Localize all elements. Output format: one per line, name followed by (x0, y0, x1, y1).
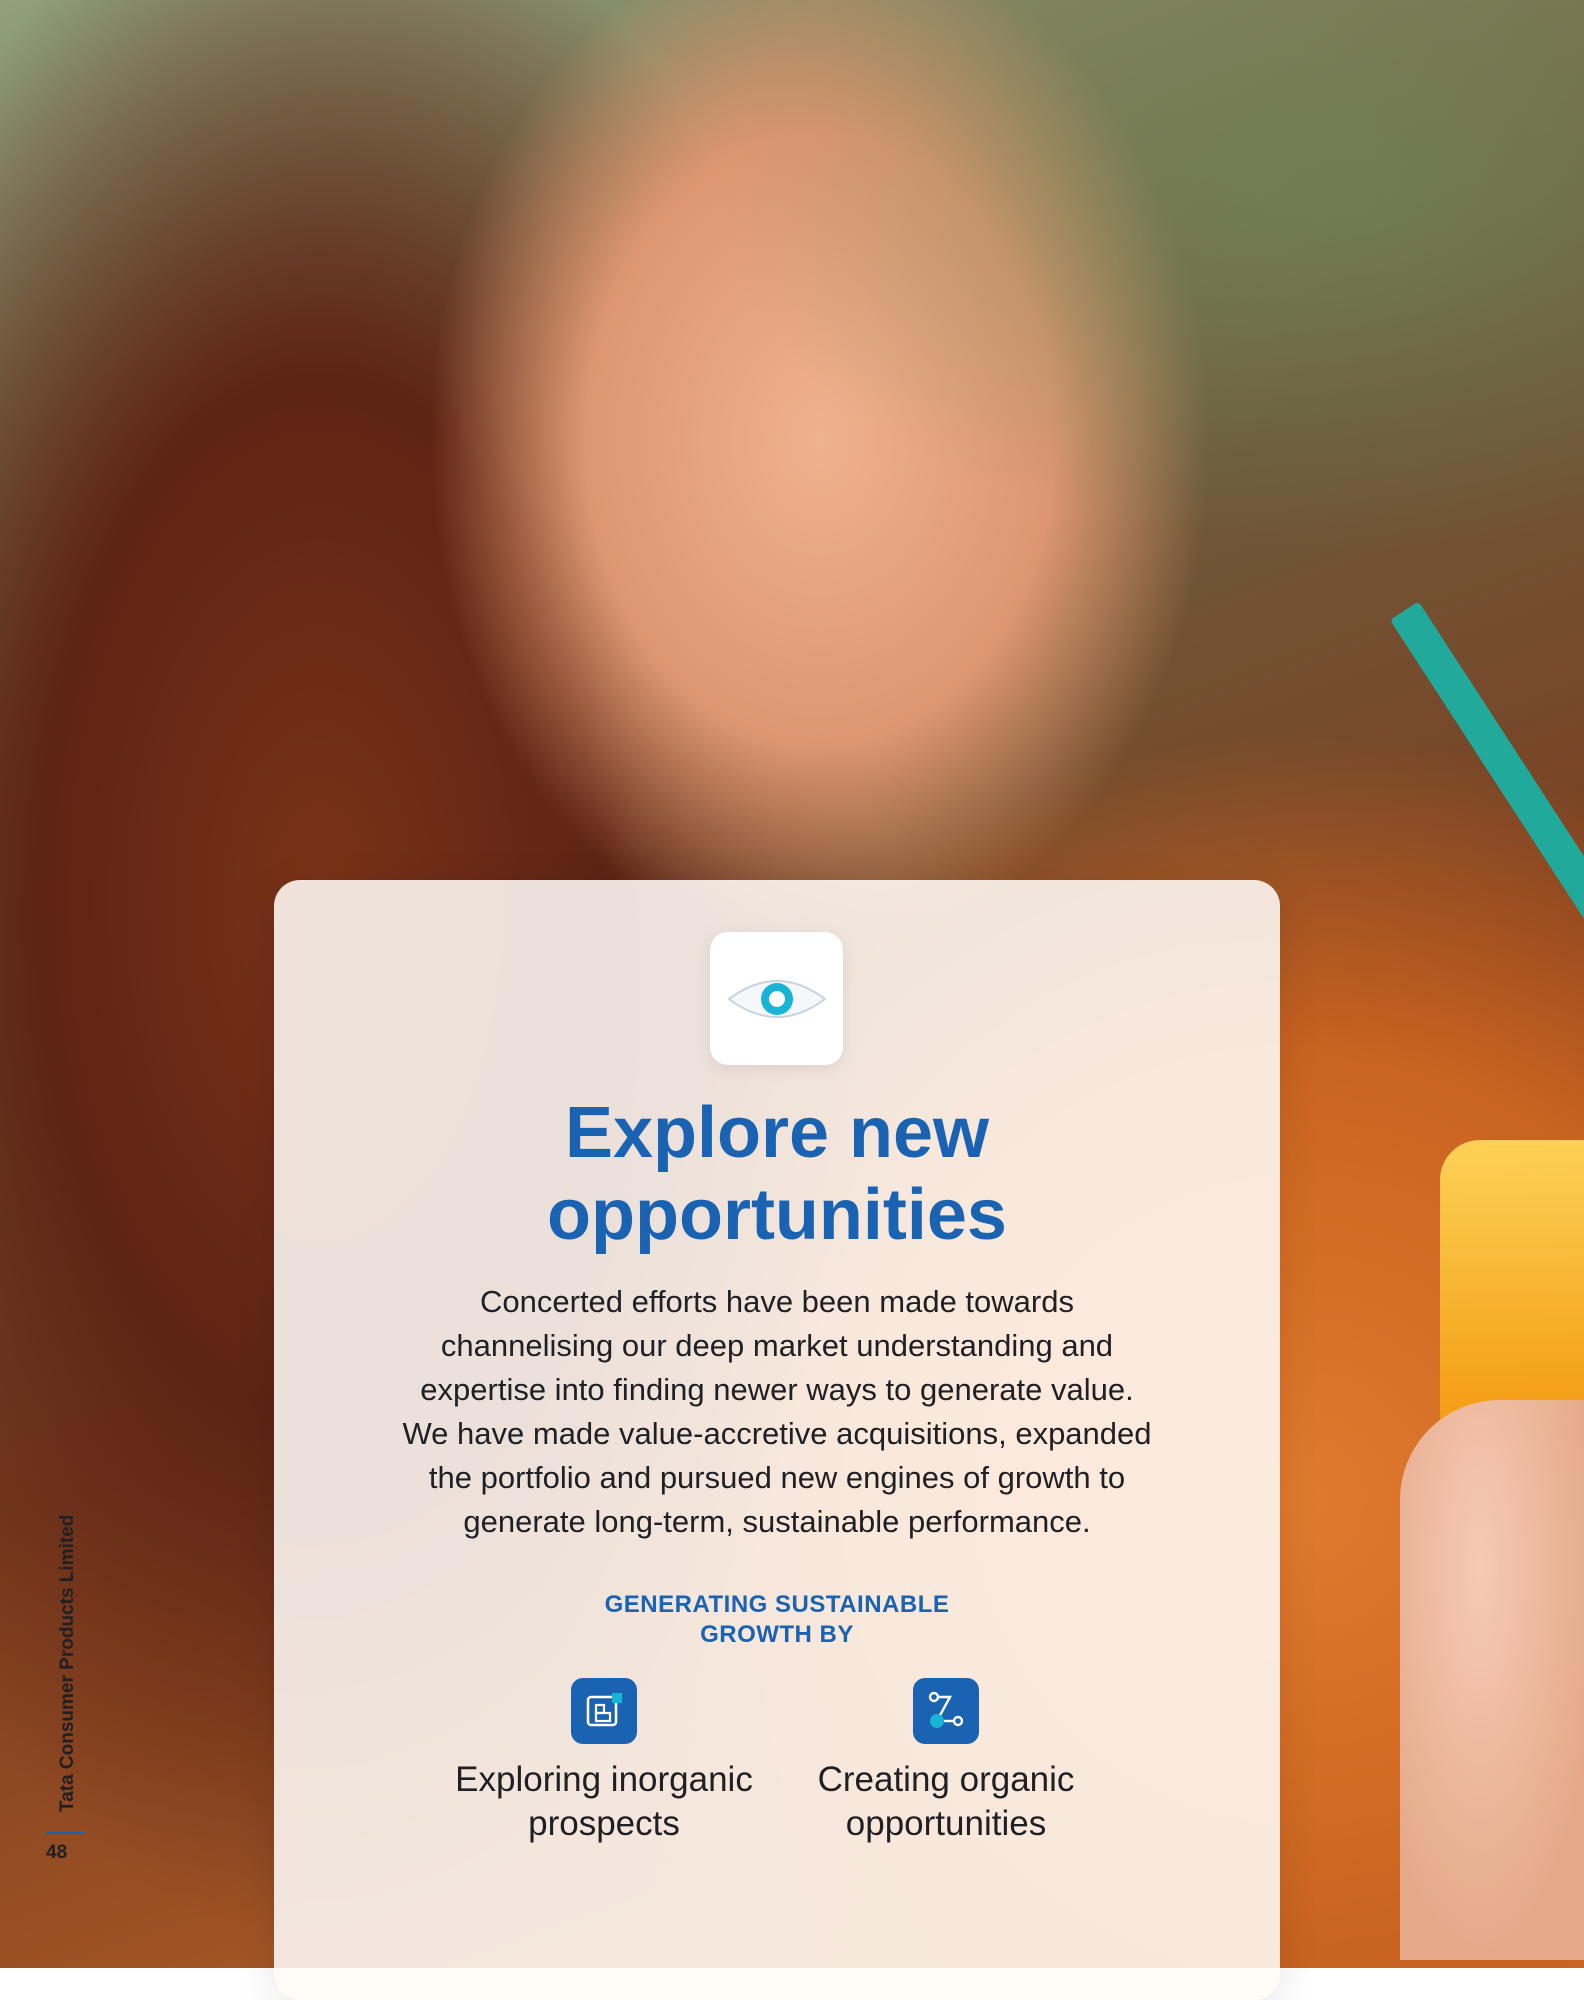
company-name: Tata Consumer Products Limited (57, 1514, 78, 1812)
subheading-line: GENERATING SUSTAINABLE (604, 1591, 950, 1618)
paragraph-line: channelising our deep market understandi… (440, 1328, 1114, 1363)
paragraph-line: We have made value-accretive acquisition… (402, 1416, 1152, 1451)
section-subheading: GENERATING SUSTAINABLE GROWTH BY (274, 1590, 1280, 1650)
label-line: Exploring inorganic (455, 1760, 753, 1799)
label-line: prospects (528, 1804, 680, 1843)
page-number: 48 (46, 1842, 68, 1863)
growth-item-inorganic: Exploring inorganic prospects (424, 1678, 784, 1846)
page-title: Explore new opportunities (274, 1092, 1280, 1256)
growth-item-label: Exploring inorganic prospects (424, 1758, 784, 1846)
hand (1400, 1400, 1584, 1960)
intro-paragraph: Concerted efforts have been made towards… (344, 1280, 1210, 1544)
footer-divider (46, 1832, 84, 1834)
paragraph-line: generate long-term, sustainable performa… (463, 1504, 1091, 1539)
eye-icon (726, 979, 827, 1018)
growth-item-organic: Creating organic opportunities (766, 1678, 1126, 1846)
eye-icon-tile (710, 932, 843, 1065)
growth-item-label: Creating organic opportunities (766, 1758, 1126, 1846)
label-line: Creating organic (817, 1760, 1075, 1799)
paragraph-line: expertise into finding newer ways to gen… (420, 1372, 1134, 1407)
subheading-line: GROWTH BY (700, 1621, 854, 1648)
paragraph-line: Concerted efforts have been made towards (480, 1284, 1074, 1319)
title-line: opportunities (547, 1175, 1007, 1255)
organic-nodes-icon (913, 1678, 979, 1744)
label-line: opportunities (845, 1804, 1047, 1843)
inorganic-blocks-icon (571, 1678, 637, 1744)
title-line: Explore new (564, 1093, 990, 1173)
paragraph-line: the portfolio and pursued new engines of… (428, 1460, 1126, 1495)
